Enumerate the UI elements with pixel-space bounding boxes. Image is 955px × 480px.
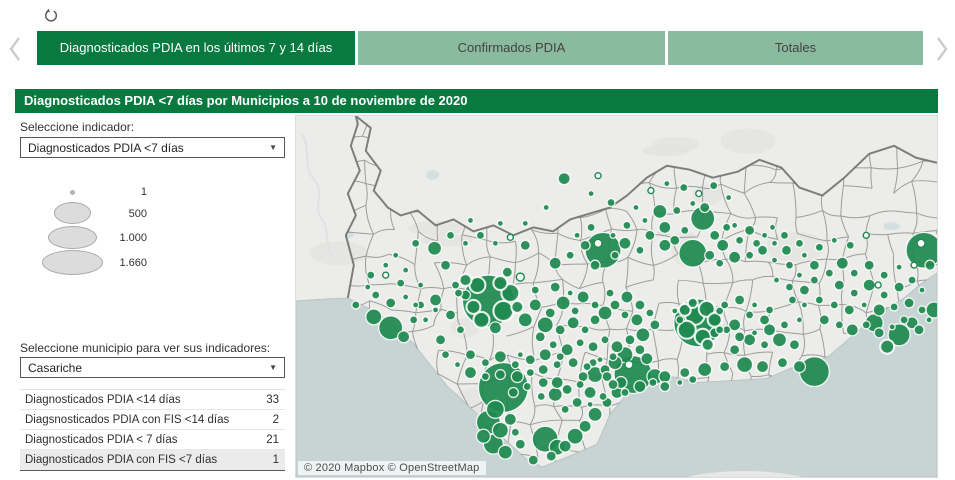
legend-label: 1.660: [107, 257, 147, 269]
page-title: Diagnosticados PDIA <7 días por Municipi…: [15, 89, 938, 113]
legend-size-shape-500: [54, 202, 91, 224]
row-value: 33: [266, 394, 279, 406]
legend-size-shape-1660: [42, 250, 103, 275]
page-tabs: Diagnosticados PDIA en los últimos 7 y 1…: [37, 31, 923, 65]
chevron-down-icon: ▼: [269, 143, 277, 152]
prev-page-chevron[interactable]: [5, 34, 25, 64]
bubble-map[interactable]: [296, 116, 937, 477]
legend-label: 1.000: [107, 232, 147, 244]
table-row[interactable]: Diagnosticados PDIA <14 días 33: [20, 390, 285, 410]
sidebar: Seleccione indicador: Diagnosticados PDI…: [15, 115, 287, 480]
row-value: 1: [273, 454, 279, 466]
row-label: Diagsnosticados PDIA con FIS <14 días: [25, 414, 229, 426]
table-row[interactable]: Diagsnosticados PDIA con FIS <14 días 2: [20, 410, 285, 430]
indicator-table: Diagnosticados PDIA <14 días 33 Diagsnos…: [20, 389, 285, 471]
refresh-icon: [43, 8, 59, 24]
municipio-dropdown[interactable]: Casariche ▼: [20, 357, 285, 378]
map-attribution[interactable]: © 2020 Mapbox © OpenStreetMap: [298, 461, 486, 475]
municipio-select-label: Seleccione municipio para ver sus indica…: [20, 341, 270, 355]
municipio-dropdown-value: Casariche: [28, 361, 82, 375]
tab-diagnosticados-pdia[interactable]: Diagnosticados PDIA en los últimos 7 y 1…: [37, 31, 355, 65]
row-label: Diagnosticados PDIA <14 días: [25, 394, 181, 406]
report-canvas: Diagnosticados PDIA en los últimos 7 y 1…: [0, 0, 955, 480]
legend-size-dot: [70, 190, 75, 195]
next-page-chevron[interactable]: [932, 34, 952, 64]
legend-label: 500: [107, 208, 147, 220]
row-value: 2: [273, 414, 279, 426]
tab-confirmados-pdia[interactable]: Confirmados PDIA: [358, 31, 665, 65]
chevron-left-icon: [5, 34, 25, 64]
row-label: Diagnosticados PDIA con FIS <7 días: [25, 454, 217, 466]
chevron-right-icon: [932, 34, 952, 64]
row-label: Diagnosticados PDIA < 7 días: [25, 434, 177, 446]
legend-size-shape-1000: [48, 226, 97, 249]
row-value: 21: [266, 434, 279, 446]
map-container: © 2020 Mapbox © OpenStreetMap: [295, 115, 938, 478]
table-row[interactable]: Diagnosticados PDIA con FIS <7 días 1: [20, 450, 285, 470]
refresh-button[interactable]: [42, 8, 60, 26]
tab-totales[interactable]: Totales: [668, 31, 923, 65]
chevron-down-icon: ▼: [269, 363, 277, 372]
bubble-size-legend: 1 500 1.000 1.660: [15, 115, 215, 295]
legend-label: 1: [107, 186, 147, 198]
table-row[interactable]: Diagnosticados PDIA < 7 días 21: [20, 430, 285, 450]
